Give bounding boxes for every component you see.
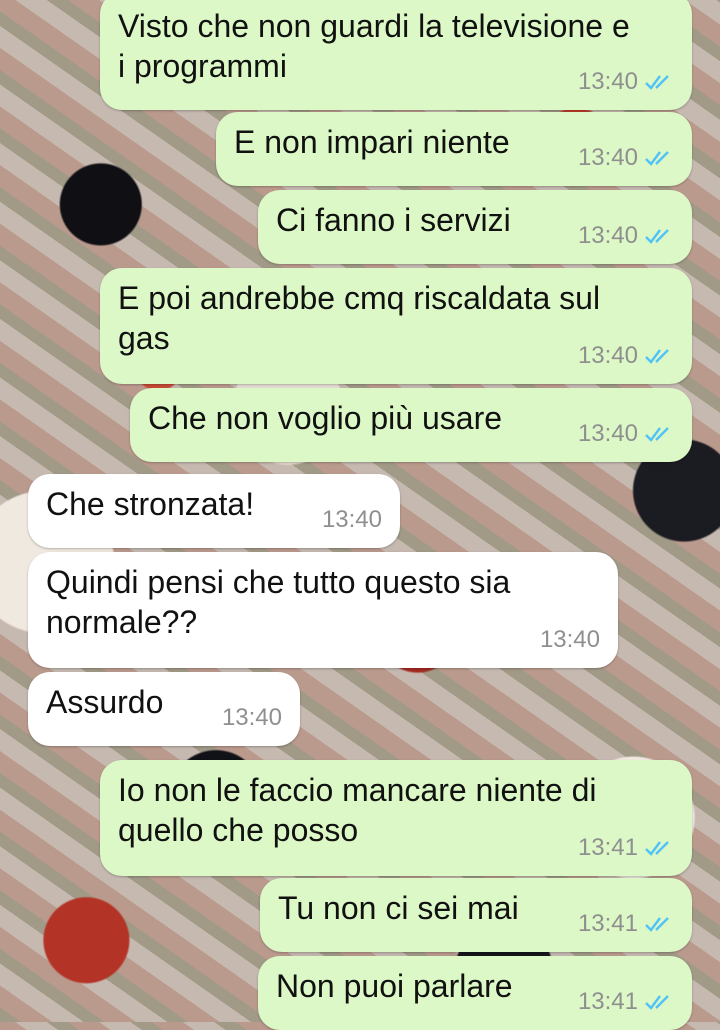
message-bubble-incoming[interactable]: Quindi pensi che tutto questo sia normal… bbox=[28, 552, 618, 668]
message-bubble-incoming[interactable]: Assurdo 13:40 bbox=[28, 672, 300, 746]
read-ticks-icon bbox=[645, 427, 669, 442]
message-bubble-outgoing[interactable]: Io non le faccio mancare niente di quell… bbox=[100, 760, 692, 876]
message-timestamp: 13:40 bbox=[577, 222, 638, 249]
message-meta: 13:40 bbox=[578, 216, 674, 256]
message-timestamp: 13:40 bbox=[539, 626, 600, 653]
message-text: Io non le faccio mancare niente di quell… bbox=[118, 772, 606, 848]
read-ticks-icon bbox=[645, 75, 669, 90]
message-bubble-outgoing[interactable]: E poi andrebbe cmq riscaldata sul gas 13… bbox=[100, 268, 692, 384]
message-timestamp: 13:40 bbox=[577, 68, 638, 95]
message-meta: 13:40 bbox=[578, 336, 674, 376]
message-text: E poi andrebbe cmq riscaldata sul gas bbox=[118, 280, 609, 356]
message-text: Che non voglio più usare bbox=[148, 400, 503, 436]
message-meta: 13:40 bbox=[578, 62, 674, 102]
message-meta: 13:41 bbox=[578, 904, 674, 944]
message-timestamp: 13:40 bbox=[577, 420, 638, 447]
message-timestamp: 13:40 bbox=[577, 144, 638, 171]
message-text: Quindi pensi che tutto questo sia normal… bbox=[46, 564, 520, 640]
message-meta: 13:41 bbox=[578, 828, 674, 868]
message-bubble-outgoing[interactable]: Tu non ci sei mai 13:41 bbox=[260, 878, 692, 952]
message-bubble-outgoing[interactable]: E non impari niente 13:40 bbox=[216, 112, 692, 186]
message-bubble-incoming[interactable]: Che stronzata! 13:40 bbox=[28, 474, 400, 548]
read-ticks-icon bbox=[645, 151, 669, 166]
message-timestamp: 13:40 bbox=[321, 506, 382, 533]
message-meta: 13:40 bbox=[222, 698, 282, 738]
message-timestamp: 13:40 bbox=[577, 342, 638, 369]
read-ticks-icon bbox=[645, 917, 669, 932]
read-ticks-icon bbox=[645, 229, 669, 244]
message-bubble-outgoing[interactable]: Visto che non guardi la televisione e i … bbox=[100, 0, 692, 110]
message-bubble-outgoing[interactable]: Che non voglio più usare 13:40 bbox=[130, 388, 692, 462]
message-meta: 13:40 bbox=[578, 414, 674, 454]
read-ticks-icon bbox=[645, 841, 669, 856]
message-timestamp: 13:41 bbox=[577, 910, 638, 937]
message-text: Assurdo bbox=[46, 684, 164, 720]
message-bubble-outgoing[interactable]: Ci fanno i servizi 13:40 bbox=[258, 190, 692, 264]
message-meta: 13:40 bbox=[322, 500, 382, 540]
message-text: E non impari niente bbox=[234, 124, 510, 160]
read-ticks-icon bbox=[645, 349, 669, 364]
message-timestamp: 13:40 bbox=[221, 704, 282, 731]
message-text: Visto che non guardi la televisione e i … bbox=[118, 8, 639, 84]
message-meta: 13:41 bbox=[578, 982, 674, 1022]
message-bubble-outgoing[interactable]: Non puoi parlare 13:41 bbox=[258, 956, 692, 1030]
message-text: Che stronzata! bbox=[46, 486, 255, 522]
message-meta: 13:40 bbox=[578, 138, 674, 178]
message-meta: 13:40 bbox=[540, 620, 600, 660]
read-ticks-icon bbox=[645, 995, 669, 1010]
message-timestamp: 13:41 bbox=[577, 988, 638, 1015]
message-timestamp: 13:41 bbox=[577, 834, 638, 861]
